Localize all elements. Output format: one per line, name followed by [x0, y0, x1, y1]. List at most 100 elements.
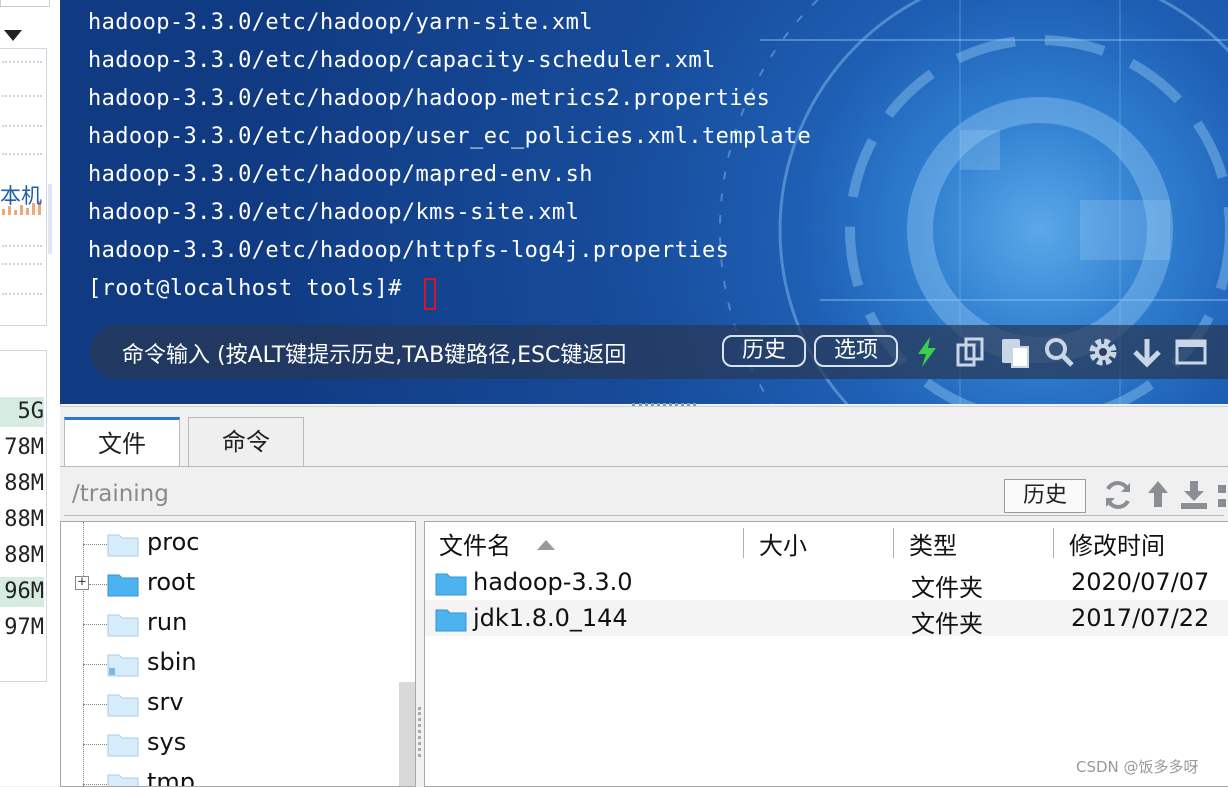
memory-value: 78M — [4, 435, 44, 460]
terminal-pane[interactable]: hadoop-3.3.0/etc/hadoop/yarn-site.xml ha… — [60, 0, 1228, 404]
upload-icon[interactable] — [1140, 477, 1176, 513]
tree-item[interactable]: sys — [61, 724, 401, 764]
lightning-icon[interactable] — [910, 335, 944, 369]
graph-bar — [14, 210, 17, 215]
sidebar-memory-panel: 5G 78M 88M 88M 88M 96M 97M — [0, 350, 47, 682]
sidebar-top-box — [0, 0, 50, 7]
graph-gridline — [2, 61, 42, 63]
tree-item-label: srv — [147, 688, 184, 716]
tree-branch-line — [83, 784, 107, 785]
arrow-down-icon[interactable] — [1130, 335, 1164, 369]
tree-item[interactable]: + root — [61, 564, 401, 604]
terminal-prompt: [root@localhost tools]# — [88, 276, 416, 301]
file-modified: 2020/07/07 — [1071, 568, 1210, 596]
tree-branch-line — [83, 704, 107, 705]
local-machine-label[interactable]: 本机 — [0, 180, 42, 210]
folder-link-icon — [107, 654, 139, 677]
file-type: 文件夹 — [911, 610, 983, 638]
folder-icon — [107, 574, 139, 597]
file-row[interactable]: jdk1.8.0_144 文件夹 2017/07/22 — [425, 600, 1228, 638]
graph-gridline — [2, 293, 42, 295]
memory-value: 88M — [4, 471, 44, 496]
graph-gridline — [2, 245, 42, 247]
gear-icon[interactable] — [1086, 335, 1120, 369]
terminal-cursor[interactable] — [424, 278, 436, 310]
path-history-button[interactable]: 历史 — [1004, 479, 1086, 513]
sidebar-scrollbar[interactable] — [48, 184, 52, 254]
more-icon[interactable] — [1212, 477, 1228, 513]
tree-branch-line — [89, 584, 107, 585]
column-header-type[interactable]: 类型 — [909, 526, 957, 561]
graph-gridline — [2, 263, 42, 265]
refresh-icon[interactable] — [1100, 477, 1136, 513]
terminal-output-line: hadoop-3.3.0/etc/hadoop/mapred-env.sh — [88, 162, 593, 187]
tree-item[interactable]: srv — [61, 684, 401, 724]
copy-icon[interactable] — [954, 335, 988, 369]
tree-item-label: proc — [147, 528, 200, 556]
graph-gridline — [2, 125, 42, 127]
tree-branch-line — [83, 544, 107, 545]
command-input[interactable]: 命令输入 (按ALT键提示历史,TAB键路径,ESC键返回 — [122, 337, 626, 369]
file-row[interactable]: hadoop-3.3.0 文件夹 2020/07/07 — [425, 564, 1228, 602]
tree-item-label: root — [147, 568, 196, 596]
folder-icon — [107, 734, 139, 757]
expand-icon[interactable]: + — [75, 575, 89, 590]
folder-icon — [435, 573, 467, 596]
tree-item-label: sbin — [147, 648, 197, 676]
memory-value: 96M — [0, 577, 44, 607]
terminal-output-line: hadoop-3.3.0/etc/hadoop/httpfs-log4j.pro… — [88, 238, 730, 263]
search-icon[interactable] — [1042, 335, 1076, 369]
path-field[interactable]: /training — [72, 481, 169, 507]
directory-tree[interactable]: proc + root run sbin srv sys tmp — [60, 521, 416, 787]
column-header-modified[interactable]: 修改时间 — [1069, 526, 1165, 561]
tree-branch-line — [83, 664, 107, 665]
tree-item-label: tmp — [147, 768, 196, 787]
command-input-bar[interactable]: 命令输入 (按ALT键提示历史,TAB键路径,ESC键返回 历史 选项 — [90, 325, 1228, 379]
memory-value: 88M — [4, 507, 44, 532]
tree-item-label: run — [147, 608, 188, 636]
history-button[interactable]: 历史 — [722, 335, 806, 367]
paste-icon[interactable] — [998, 335, 1032, 369]
graph-gridline — [2, 153, 42, 155]
tree-item[interactable]: proc — [61, 524, 401, 564]
column-separator[interactable] — [743, 528, 744, 558]
memory-value: 5G — [0, 397, 44, 427]
column-separator[interactable] — [893, 528, 894, 558]
terminal-output-line: hadoop-3.3.0/etc/hadoop/kms-site.xml — [88, 200, 580, 225]
file-name: jdk1.8.0_144 — [473, 604, 628, 632]
memory-value: 88M — [4, 543, 44, 568]
tree-item-label: sys — [147, 728, 187, 756]
left-sidebar: 本机 5G 78M 88M 88M 88M 96M 97M — [0, 0, 61, 786]
tree-branch-line — [83, 624, 107, 625]
dropdown-arrow-icon[interactable] — [4, 30, 22, 41]
options-button[interactable]: 选项 — [814, 335, 898, 367]
file-list[interactable]: 文件名 大小 类型 修改时间 hadoop-3.3.0 文件夹 2020/07/… — [424, 521, 1228, 787]
download-icon[interactable] — [1176, 477, 1212, 513]
graph-gridline — [2, 95, 42, 97]
column-separator[interactable] — [1053, 528, 1054, 558]
column-header-size[interactable]: 大小 — [759, 526, 807, 561]
tree-item[interactable]: tmp — [61, 764, 401, 787]
path-divider — [64, 515, 1224, 516]
tab-files[interactable]: 文件 — [64, 417, 180, 467]
window-icon[interactable] — [1174, 335, 1208, 369]
watermark: CSDN @饭多多呀 — [1076, 758, 1199, 776]
folder-icon — [435, 609, 467, 632]
terminal-output-line: hadoop-3.3.0/etc/hadoop/user_ec_policies… — [88, 124, 812, 149]
tab-commands[interactable]: 命令 — [188, 417, 304, 467]
file-modified: 2017/07/22 — [1071, 604, 1210, 632]
tree-item[interactable]: sbin — [61, 644, 401, 684]
folder-icon — [107, 614, 139, 637]
tree-item[interactable]: run — [61, 604, 401, 644]
file-manager: 文件 命令 /training 历史 proc + root run sbin … — [60, 406, 1228, 787]
tab-divider — [60, 466, 1228, 467]
terminal-output-line: hadoop-3.3.0/etc/hadoop/yarn-site.xml — [88, 10, 593, 35]
file-type: 文件夹 — [911, 574, 983, 602]
tree-branch-line — [83, 744, 107, 745]
file-name: hadoop-3.3.0 — [473, 568, 633, 596]
terminal-output-line: hadoop-3.3.0/etc/hadoop/hadoop-metrics2.… — [88, 86, 771, 111]
column-header-name[interactable]: 文件名 — [439, 526, 511, 561]
sort-ascending-icon[interactable] — [537, 540, 555, 550]
tree-scrollbar[interactable] — [399, 682, 415, 786]
terminal-output-line: hadoop-3.3.0/etc/hadoop/capacity-schedul… — [88, 48, 716, 73]
